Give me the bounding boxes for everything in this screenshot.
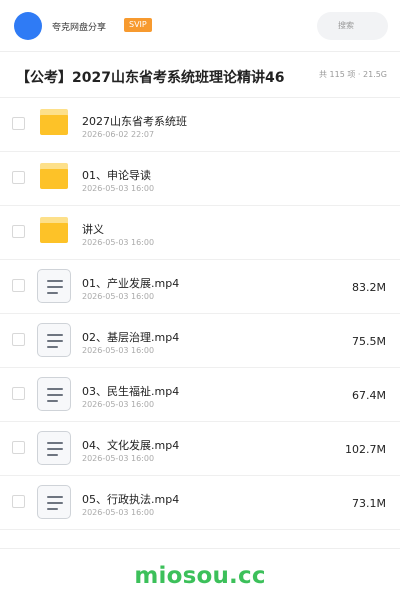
- document-icon: [37, 431, 71, 465]
- search-input[interactable]: 搜索: [317, 12, 388, 40]
- checkbox[interactable]: [12, 279, 25, 292]
- site-name: 夸克网盘分享: [52, 23, 107, 33]
- file-name[interactable]: 02、基层治理.mp4: [82, 329, 179, 345]
- page-title: 【公考】2027山东省考系统班理论精讲46: [16, 70, 285, 86]
- file-name[interactable]: 讲义: [82, 221, 104, 237]
- checkbox[interactable]: [12, 387, 25, 400]
- list-item[interactable]: 03、民生福祉.mp4 2026-05-03 16:00 67.4M: [0, 368, 400, 422]
- file-size: 75.5M: [352, 335, 386, 348]
- checkbox[interactable]: [12, 117, 25, 130]
- list-item[interactable]: 01、申论导读 2026-05-03 16:00: [0, 152, 400, 206]
- file-size: 102.7M: [345, 443, 386, 456]
- avatar[interactable]: [14, 12, 42, 40]
- file-date: 2026-05-03 16:00: [82, 238, 155, 247]
- list-item[interactable]: 2027山东省考系统班 2026-06-02 22:07: [0, 98, 400, 152]
- checkbox[interactable]: [12, 495, 25, 508]
- file-date: 2026-05-03 16:00: [82, 400, 155, 409]
- file-name[interactable]: 01、产业发展.mp4: [82, 275, 179, 291]
- file-name[interactable]: 2027山东省考系统班: [82, 113, 187, 129]
- file-date: 2026-05-03 16:00: [82, 292, 155, 301]
- brand-watermark: miosou.cc: [134, 563, 266, 589]
- top-bar: 夸克网盘分享 SVIP 搜索: [0, 0, 400, 52]
- share-meta: 共 115 项 · 21.5G: [319, 70, 387, 79]
- checkbox[interactable]: [12, 333, 25, 346]
- file-date: 2026-05-03 16:00: [82, 184, 155, 193]
- document-icon: [37, 485, 71, 519]
- folder-icon: [40, 109, 68, 135]
- share-header: 【公考】2027山东省考系统班理论精讲46 共 115 项 · 21.5G: [0, 52, 400, 98]
- file-date: 2026-06-02 22:07: [82, 130, 155, 139]
- file-date: 2026-05-03 16:00: [82, 454, 155, 463]
- list-item[interactable]: 04、文化发展.mp4 2026-05-03 16:00 102.7M: [0, 422, 400, 476]
- list-item[interactable]: 02、基层治理.mp4 2026-05-03 16:00 75.5M: [0, 314, 400, 368]
- svip-badge: SVIP: [124, 18, 152, 32]
- file-name[interactable]: 05、行政执法.mp4: [82, 491, 179, 507]
- file-size: 83.2M: [352, 281, 386, 294]
- checkbox[interactable]: [12, 225, 25, 238]
- folder-icon: [40, 163, 68, 189]
- checkbox[interactable]: [12, 171, 25, 184]
- file-date: 2026-05-03 16:00: [82, 346, 155, 355]
- file-size: 67.4M: [352, 389, 386, 402]
- checkbox[interactable]: [12, 441, 25, 454]
- footer: miosou.cc: [0, 548, 400, 600]
- file-name[interactable]: 01、申论导读: [82, 167, 151, 183]
- file-name[interactable]: 04、文化发展.mp4: [82, 437, 179, 453]
- file-list: 2027山东省考系统班 2026-06-02 22:07 01、申论导读 202…: [0, 98, 400, 530]
- file-name[interactable]: 03、民生福祉.mp4: [82, 383, 179, 399]
- document-icon: [37, 377, 71, 411]
- document-icon: [37, 323, 71, 357]
- document-icon: [37, 269, 71, 303]
- list-item[interactable]: 讲义 2026-05-03 16:00: [0, 206, 400, 260]
- folder-icon: [40, 217, 68, 243]
- list-item[interactable]: 05、行政执法.mp4 2026-05-03 16:00 73.1M: [0, 476, 400, 530]
- file-date: 2026-05-03 16:00: [82, 508, 155, 517]
- list-item[interactable]: 01、产业发展.mp4 2026-05-03 16:00 83.2M: [0, 260, 400, 314]
- file-size: 73.1M: [352, 497, 386, 510]
